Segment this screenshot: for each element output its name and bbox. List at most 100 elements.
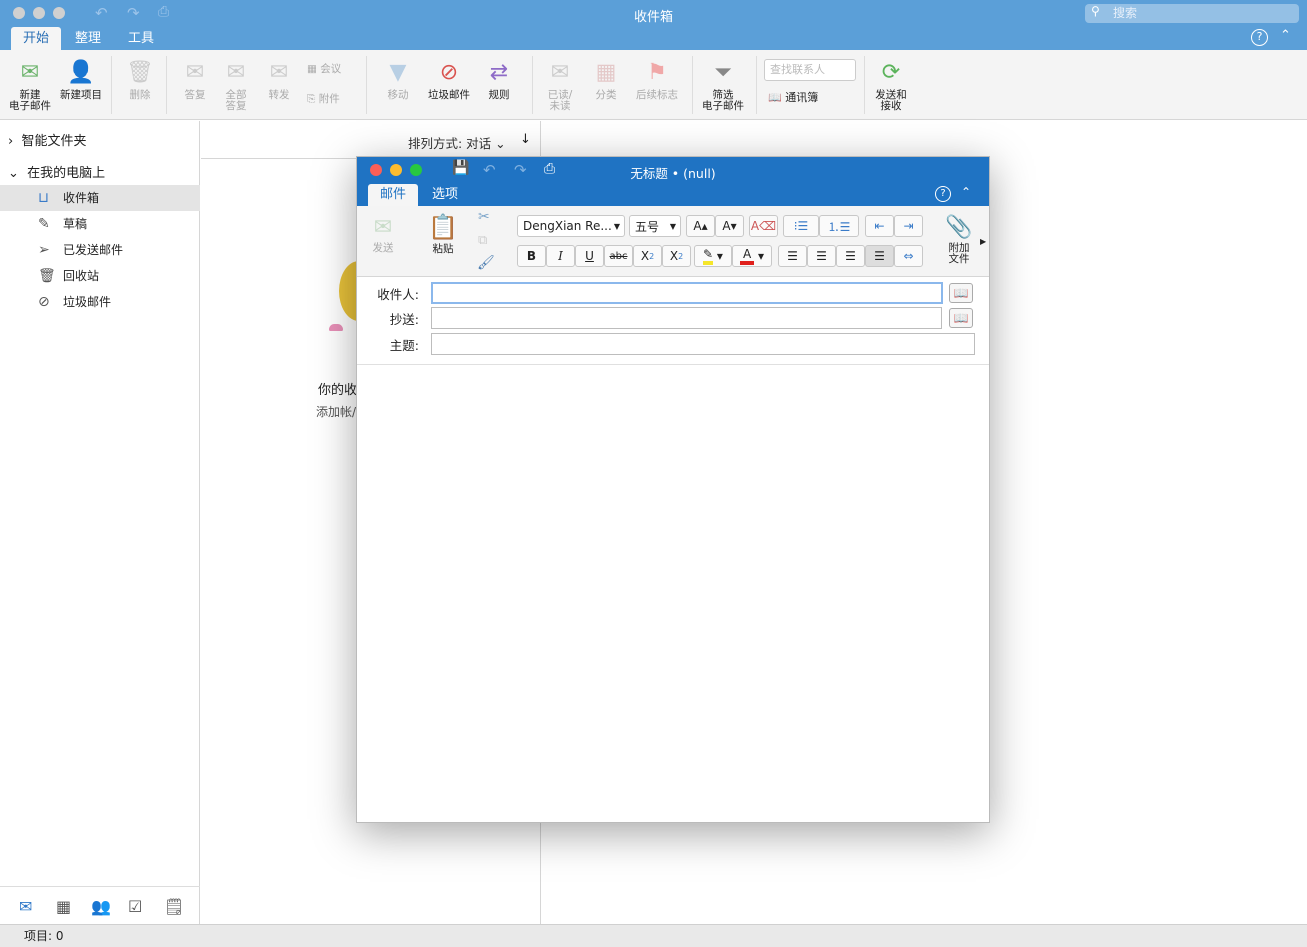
sidebar-item-inbox[interactable]: ⊔ 收件箱 [0, 185, 200, 211]
new-email-icon: ✉ [20, 59, 40, 85]
strikethrough-button[interactable]: abc [604, 245, 633, 267]
rules-button[interactable]: ⇄ 规则 [482, 58, 516, 101]
ribbon-more-icon[interactable]: ▶ [980, 237, 986, 246]
flag-icon: ⚑ [647, 59, 667, 85]
on-my-computer-header[interactable]: ⌄ 在我的电脑上 [8, 162, 105, 181]
trash-icon: 🗑 [126, 59, 154, 85]
reply-all-button[interactable]: ✉ 全部 答复 [219, 58, 253, 112]
font-size-select[interactable]: 五号 ▼ [629, 215, 681, 237]
address-book-button[interactable]: 📖 通讯簿 [768, 92, 818, 103]
inbox-icon: ⊔ [38, 190, 49, 206]
tab-organize[interactable]: 整理 [63, 27, 113, 50]
tab-message[interactable]: 邮件 [368, 184, 419, 206]
align-right-button[interactable]: ☰ [836, 245, 865, 267]
paperclip-icon: 📎 [945, 215, 973, 240]
new-email-button[interactable]: ✉ 新建 电子邮件 [6, 58, 54, 112]
empty-title: 你的收 [318, 383, 358, 398]
sidebar-item-trash[interactable]: 🗑 回收站 [0, 263, 200, 289]
distribute-button[interactable]: ⇔ [894, 245, 923, 267]
read-unread-button[interactable]: ✉ 已读/ 未读 [543, 58, 577, 112]
underline-button[interactable]: U [575, 245, 604, 267]
sidebar-item-sent[interactable]: ➢ 已发送邮件 [0, 237, 200, 263]
delete-button[interactable]: 🗑 删除 [124, 58, 156, 101]
junk-button[interactable]: ⊘ 垃圾邮件 [426, 58, 472, 101]
move-button[interactable]: ▼ 移动 [378, 58, 418, 101]
send-icon: ✉ [373, 215, 393, 240]
shrink-font-button[interactable]: A▾ [715, 215, 744, 237]
decrease-indent-button[interactable]: ⇤ [865, 215, 894, 237]
italic-button[interactable]: I [546, 245, 575, 267]
calendar-icon: ▦ [307, 63, 321, 75]
tab-tools[interactable]: 工具 [116, 27, 166, 50]
message-body[interactable] [357, 365, 989, 822]
subscript-button[interactable]: X2 [633, 245, 662, 267]
attach-file-button[interactable]: 📎 附加 文件 [941, 213, 977, 265]
help-icon[interactable]: ? [935, 186, 951, 202]
bold-button[interactable]: B [517, 245, 546, 267]
people-nav-icon[interactable]: 👥 [91, 897, 111, 916]
collapse-ribbon-icon[interactable]: ⌃ [1280, 28, 1291, 43]
font-color-button[interactable]: A ▾ [732, 245, 772, 267]
copy-icon[interactable]: ⧉ [478, 233, 487, 248]
sent-icon: ➢ [38, 242, 50, 258]
numbering-button[interactable]: ⒈☰ [819, 215, 859, 237]
grow-font-button[interactable]: A▴ [686, 215, 715, 237]
collapse-ribbon-icon[interactable]: ⌃ [961, 185, 971, 199]
cc-field[interactable] [431, 307, 942, 329]
search-input[interactable]: 搜索 [1085, 4, 1299, 23]
folder-sidebar: › 智能文件夹 ⌄ 在我的电脑上 ⊔ 收件箱 ✎ 草稿 ➢ 已发送邮件 🗑 回收站 ⊘ 垃… [0, 121, 200, 924]
send-receive-button[interactable]: ⟳ 发送和 接收 [872, 58, 910, 112]
highlight-button[interactable]: ✎ ▾ [694, 245, 732, 267]
justify-button[interactable]: ☰ [865, 245, 894, 267]
new-item-button[interactable]: 👤 新建项目 [56, 58, 106, 101]
tab-home[interactable]: 开始 [11, 27, 62, 50]
mail-nav-icon[interactable]: ✉ [19, 897, 32, 916]
format-painter-icon[interactable]: 🖌 [477, 255, 495, 271]
cc-address-book-button[interactable]: 📖 [949, 308, 973, 328]
highlighter-icon: ✎ [703, 247, 714, 265]
compose-window: 💾 ↶ ↷ ⎙ 无标题 • (null) 邮件 选项 ? ⌃ ✉ 发送 📋 粘贴 ✂… [356, 156, 990, 823]
status-bar: 项目: 0 [0, 924, 1307, 947]
smart-folders-header[interactable]: › 智能文件夹 [8, 130, 86, 149]
reply-icon: ✉ [185, 59, 205, 85]
notes-nav-icon[interactable]: 🗒 [164, 897, 184, 916]
categorize-icon: ▦ [595, 59, 617, 85]
to-address-book-button[interactable]: 📖 [949, 283, 973, 303]
calendar-nav-icon[interactable]: ▦ [56, 897, 71, 916]
send-receive-icon: ⟳ [881, 59, 901, 85]
forward-button[interactable]: ✉ 转发 [262, 58, 296, 101]
meeting-button[interactable]: ▦ 会议 [307, 64, 341, 75]
align-center-button[interactable]: ☰ [807, 245, 836, 267]
help-icon[interactable]: ? [1251, 29, 1268, 46]
bullets-button[interactable]: ⁝☰ [783, 215, 819, 237]
clear-formatting-button[interactable]: A⌫ [749, 215, 778, 237]
sidebar-item-drafts[interactable]: ✎ 草稿 [0, 211, 200, 237]
superscript-button[interactable]: X2 [662, 245, 691, 267]
filter-email-button[interactable]: ⏷ 筛选 电子邮件 [700, 58, 746, 112]
clipboard-icon: 📋 [428, 213, 458, 241]
subject-field[interactable] [431, 333, 975, 355]
compose-title: 无标题 • (null) [630, 166, 716, 181]
paste-button[interactable]: 📋 粘贴 [423, 213, 463, 256]
tasks-nav-icon[interactable]: ☑ [128, 897, 142, 916]
new-item-icon: 👤 [67, 59, 95, 85]
increase-indent-button[interactable]: ⇥ [894, 215, 923, 237]
cut-icon[interactable]: ✂ [478, 209, 490, 225]
compose-title-bar: 💾 ↶ ↷ ⎙ 无标题 • (null) 邮件 选项 ? ⌃ [357, 157, 989, 206]
attachment-button[interactable]: ⎘ 附件 [307, 94, 340, 105]
reply-button[interactable]: ✉ 答复 [178, 58, 212, 101]
follow-up-button[interactable]: ⚑ 后续标志 [634, 58, 680, 101]
sort-dropdown[interactable]: 排列方式: 对话 ⌄ [408, 133, 506, 152]
send-button[interactable]: ✉ 发送 [367, 215, 399, 255]
tab-options[interactable]: 选项 [420, 184, 470, 206]
drafts-icon: ✎ [38, 216, 50, 232]
forward-icon: ✉ [269, 59, 289, 85]
categorize-button[interactable]: ▦ 分类 [588, 58, 624, 101]
find-contact-input[interactable]: 查找联系人 [764, 59, 856, 81]
align-left-button[interactable]: ☰ [778, 245, 807, 267]
rules-icon: ⇄ [489, 59, 509, 85]
sidebar-item-junk[interactable]: ⊘ 垃圾邮件 [0, 289, 200, 315]
to-field[interactable] [431, 282, 943, 304]
font-family-select[interactable]: DengXian Re... ▼ [517, 215, 625, 237]
sort-direction-icon[interactable]: ↓ [520, 132, 531, 147]
